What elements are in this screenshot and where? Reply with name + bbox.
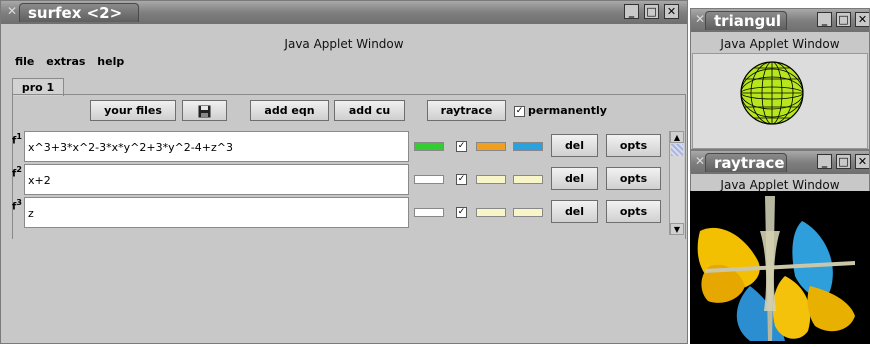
- triangul-canvas[interactable]: [692, 53, 868, 149]
- color-swatch-inside-f3[interactable]: [414, 208, 444, 217]
- visible-checkbox-f2[interactable]: ✓: [456, 174, 467, 185]
- del-button-f3[interactable]: del: [551, 200, 598, 223]
- save-button[interactable]: [182, 100, 227, 121]
- maximize-button[interactable]: □: [836, 12, 851, 27]
- add-eqn-button[interactable]: add eqn: [250, 100, 329, 121]
- triangul-subtitle: Java Applet Window: [720, 37, 840, 51]
- color-swatch-outside-f3[interactable]: [476, 208, 506, 217]
- del-button-f1[interactable]: del: [551, 134, 598, 157]
- color-swatch-extra-f2[interactable]: [513, 175, 543, 184]
- scroll-down-arrow-icon[interactable]: ▼: [670, 223, 684, 235]
- color-swatch-extra-f3[interactable]: [513, 208, 543, 217]
- menu-help[interactable]: help: [97, 55, 124, 68]
- maximize-button[interactable]: □: [836, 154, 851, 169]
- maximize-button[interactable]: □: [644, 4, 659, 19]
- raytrace-canvas[interactable]: [690, 191, 870, 344]
- opts-button-f2[interactable]: opts: [606, 167, 661, 190]
- menu-file[interactable]: file: [15, 55, 34, 68]
- equation-input-f2[interactable]: x+2: [24, 164, 409, 195]
- color-swatch-outside-f2[interactable]: [476, 175, 506, 184]
- raytrace-titlebar[interactable]: ✕ raytrace _ □ ✕: [691, 151, 869, 174]
- opts-button-f1[interactable]: opts: [606, 134, 661, 157]
- color-swatch-extra-f1[interactable]: [513, 142, 543, 151]
- triangul-titlebar[interactable]: ✕ triangul _ □ ✕: [691, 9, 869, 32]
- surfex-titlebar[interactable]: ✕ surfex <2> _ □ ✕: [1, 1, 687, 24]
- permanently-label: permanently: [528, 104, 607, 117]
- minimize-button[interactable]: _: [817, 12, 832, 27]
- triangul-title[interactable]: triangul: [705, 11, 787, 30]
- surfex-title[interactable]: surfex <2>: [19, 3, 139, 22]
- visible-checkbox-f1[interactable]: ✓: [456, 141, 467, 152]
- surfex-subtitle: Java Applet Window: [284, 37, 404, 51]
- wireframe-sphere-icon: [740, 61, 804, 125]
- floppy-disk-icon: [198, 105, 211, 117]
- surfex-window: ✕ surfex <2> _ □ ✕ Java Applet Window fi…: [0, 0, 688, 344]
- permanently-checkbox[interactable]: ✓: [514, 106, 525, 117]
- scroll-up-arrow-icon[interactable]: ▲: [670, 131, 684, 143]
- scroll-thumb[interactable]: [671, 144, 683, 156]
- close-button[interactable]: ✕: [855, 12, 869, 27]
- raytrace-title[interactable]: raytrace: [705, 153, 787, 172]
- minimize-button[interactable]: _: [624, 4, 639, 19]
- row-label-f1: f1: [12, 132, 22, 147]
- close-button[interactable]: ✕: [855, 154, 869, 169]
- visible-checkbox-f3[interactable]: ✓: [456, 207, 467, 218]
- add-cu-button[interactable]: add cu: [334, 100, 405, 121]
- equation-input-f3[interactable]: z: [24, 197, 409, 228]
- raytraced-surface-image: [697, 196, 855, 341]
- close-button[interactable]: ✕: [664, 4, 679, 19]
- color-swatch-inside-f2[interactable]: [414, 175, 444, 184]
- equation-input-f1[interactable]: x^3+3*x^2-3*x*y^2+3*y^2-4+z^3: [24, 131, 409, 162]
- row-label-f2: f2: [12, 165, 22, 180]
- del-button-f2[interactable]: del: [551, 167, 598, 190]
- triangul-window: ✕ triangul _ □ ✕ Java Applet Window: [690, 8, 870, 150]
- equations-scrollbar[interactable]: ▲ ▼: [669, 131, 684, 235]
- color-swatch-inside-f1[interactable]: [414, 142, 444, 151]
- window-menu-icon[interactable]: ✕: [5, 4, 19, 18]
- your-files-button[interactable]: your files: [90, 100, 176, 121]
- color-swatch-outside-f1[interactable]: [476, 142, 506, 151]
- minimize-button[interactable]: _: [817, 154, 832, 169]
- row-label-f3: f3: [12, 198, 22, 213]
- opts-button-f3[interactable]: opts: [606, 200, 661, 223]
- menu-extras[interactable]: extras: [46, 55, 85, 68]
- raytrace-button[interactable]: raytrace: [427, 100, 506, 121]
- menu-bar: file extras help: [15, 55, 132, 68]
